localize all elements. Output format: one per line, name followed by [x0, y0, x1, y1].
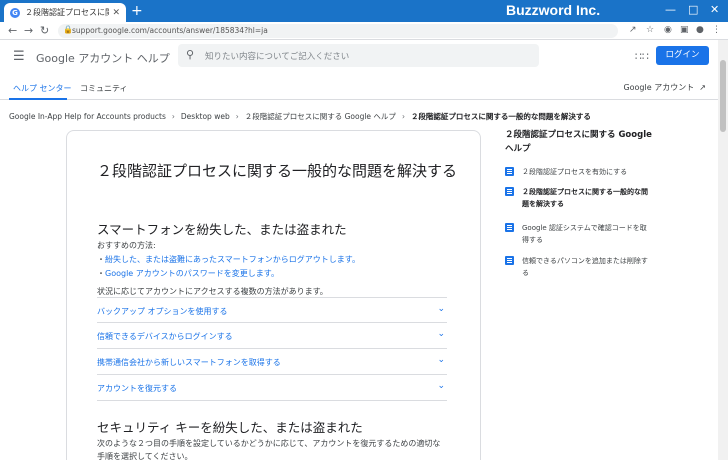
- google-account-link[interactable]: Google アカウント ↗: [623, 82, 706, 93]
- google-account-label: Google アカウント: [623, 83, 695, 92]
- document-icon: [505, 187, 514, 196]
- accordion-new-phone[interactable]: 携帯通信会社から新しいスマートフォンを取得する ⌄: [97, 349, 447, 375]
- accordion-label: 信頼できるデバイスからログインする: [97, 332, 233, 341]
- paragraph-line: 手順を選択してください。: [97, 452, 193, 460]
- browser-titlebar: G ２段階認証プロセスに関する一般的... ✕ + Buzzword Inc. …: [0, 0, 728, 22]
- accordion-trusted-device[interactable]: 信頼できるデバイスからログインする ⌄: [97, 323, 447, 349]
- page-title[interactable]: Google アカウント ヘルプ: [36, 50, 170, 66]
- new-tab-button[interactable]: +: [131, 3, 143, 19]
- side-panel-icon[interactable]: ▣: [680, 25, 689, 35]
- section-heading: スマートフォンを紛失した、または盗まれた: [97, 222, 347, 237]
- document-icon: [505, 167, 514, 176]
- hamburger-menu-icon[interactable]: ☰: [13, 49, 25, 64]
- accordion-backup-options[interactable]: バックアップ オプションを使用する ⌄: [97, 297, 447, 323]
- google-favicon-icon: G: [10, 7, 20, 18]
- sidebar-item-label: Google 認証システムで確認コードを取得する: [522, 224, 647, 244]
- list-item: ・紛失した、または盗難にあったスマートフォンからログアウトします。: [97, 255, 360, 264]
- chevron-down-icon: ⌄: [437, 381, 445, 391]
- accordion-label: 携帯通信会社から新しいスマートフォンを取得する: [97, 358, 281, 367]
- breadcrumb-separator: ›: [235, 112, 239, 121]
- chevron-down-icon: ⌄: [437, 355, 445, 365]
- list-item: ・Google アカウントのパスワードを変更します。: [97, 269, 279, 278]
- minimize-icon[interactable]: —: [665, 3, 676, 16]
- url-text: support.google.com/accounts/answer/18583…: [72, 26, 268, 35]
- watermark-text: Buzzword Inc.: [506, 2, 601, 18]
- breadcrumb-item[interactable]: ２段階認証プロセスに関する Google ヘルプ: [245, 112, 396, 121]
- search-placeholder: 知りたい内容についてご記入ください: [205, 52, 350, 62]
- chevron-down-icon: ⌄: [437, 304, 445, 314]
- article-title: ２段階認証プロセスに関する一般的な問題を解決する: [97, 162, 458, 180]
- search-icon: ⚲: [186, 48, 195, 61]
- recommend-label: おすすめの方法:: [97, 241, 156, 250]
- reload-icon[interactable]: ↻: [40, 24, 49, 37]
- maximize-icon[interactable]: □: [688, 3, 698, 16]
- forward-icon[interactable]: →: [24, 24, 33, 37]
- browser-tab[interactable]: G ２段階認証プロセスに関する一般的... ✕: [4, 3, 126, 22]
- bookmark-star-icon[interactable]: ☆: [646, 25, 654, 35]
- tab-help-center[interactable]: ヘルプ センター: [13, 83, 72, 94]
- nav-tabs: ヘルプ センター コミュニティ Google アカウント ↗: [0, 76, 718, 100]
- sidebar-item-label: ２段階認証プロセスを有効にする: [522, 168, 628, 176]
- accordion-label: バックアップ オプションを使用する: [97, 307, 228, 316]
- close-tab-icon[interactable]: ✕: [112, 8, 120, 18]
- section-heading: セキュリティ キーを紛失した、または盗まれた: [97, 420, 363, 435]
- breadcrumb-separator: ›: [171, 112, 175, 121]
- accordion-recover-account[interactable]: アカウントを復元する ⌄: [97, 375, 447, 401]
- sidebar-title: ２段階認証プロセスに関する Google ヘルプ: [505, 130, 652, 154]
- scrollbar-thumb[interactable]: [720, 60, 726, 132]
- breadcrumb-item[interactable]: Google In-App Help for Accounts products: [9, 112, 166, 121]
- logout-link[interactable]: 紛失した、または盗難にあったスマートフォンからログアウトします。: [105, 255, 360, 264]
- extensions-icon[interactable]: ◉: [664, 25, 672, 35]
- paragraph-line: 次のような２つ目の手順を設定しているかどうかに応じて、アカウントを復元するための…: [97, 439, 441, 448]
- change-password-link[interactable]: Google アカウントのパスワードを変更します。: [105, 269, 279, 278]
- tab-title: ２段階認証プロセスに関する一般的...: [25, 8, 110, 17]
- sidebar-item-label: 信頼できるパソコンを追加または削除する: [522, 257, 648, 277]
- document-icon: [505, 223, 514, 232]
- access-methods-note: 状況に応じてアカウントにアクセスする複数の方法があります。: [97, 287, 328, 296]
- breadcrumb-item[interactable]: Desktop web: [181, 112, 230, 121]
- menu-dots-icon[interactable]: ⋮: [712, 25, 721, 35]
- tab-community[interactable]: コミュニティ: [80, 83, 128, 94]
- window-close-icon[interactable]: ✕: [710, 3, 719, 16]
- help-header: ☰ Google アカウント ヘルプ ⚲ 知りたい内容についてご記入ください ∷…: [0, 40, 718, 74]
- apps-grid-icon[interactable]: ∷∷: [635, 50, 649, 63]
- article-card: ２段階認証プロセスに関する一般的な問題を解決する スマートフォンを紛失した、また…: [66, 130, 481, 460]
- breadcrumb-separator: ›: [401, 112, 405, 121]
- active-tab-indicator: [9, 98, 67, 100]
- open-in-new-icon: ↗: [699, 83, 706, 92]
- share-icon[interactable]: ↗: [629, 25, 637, 35]
- address-bar[interactable]: 🔒 support.google.com/accounts/answer/185…: [58, 24, 618, 38]
- search-input[interactable]: ⚲ 知りたい内容についてご記入ください: [178, 44, 539, 67]
- login-button[interactable]: ログイン: [656, 46, 709, 65]
- profile-icon[interactable]: ●: [696, 25, 704, 35]
- breadcrumb: Google In-App Help for Accounts products…: [9, 111, 591, 122]
- accordion-label: アカウントを復元する: [97, 384, 177, 393]
- chevron-down-icon: ⌄: [437, 329, 445, 339]
- breadcrumb-current: ２段階認証プロセスに関する一般的な問題を解決する: [410, 112, 591, 121]
- document-icon: [505, 256, 514, 265]
- sidebar-item-label: ２段階認証プロセスに関する一般的な問題を解決する: [522, 188, 648, 208]
- back-icon[interactable]: ←: [8, 24, 17, 37]
- browser-toolbar: ← → ↻ 🔒 support.google.com/accounts/answ…: [0, 22, 728, 40]
